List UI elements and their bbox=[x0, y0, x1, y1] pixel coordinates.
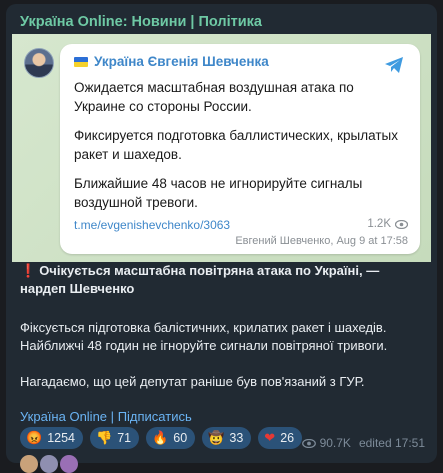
next-post-avatars bbox=[20, 455, 78, 473]
forwarded-sender-name: Україна Євгенія Шевченка bbox=[94, 54, 269, 69]
avatar bbox=[40, 455, 58, 473]
reaction-count: 26 bbox=[280, 431, 295, 445]
reaction-thumbs-down[interactable]: 👎 71 bbox=[90, 427, 140, 449]
forwarded-views-count: 1.2K bbox=[367, 218, 391, 230]
avatar bbox=[20, 455, 38, 473]
avatar bbox=[60, 455, 78, 473]
angry-face-icon: 😡 bbox=[26, 430, 43, 445]
post-headline: ❗ Очікується масштабна повітряна атака по… bbox=[20, 262, 425, 298]
reaction-angry[interactable]: 😡 1254 bbox=[20, 427, 83, 449]
sender-avatar bbox=[24, 48, 54, 78]
forwarded-link[interactable]: t.me/evgenishevchenko/3063 bbox=[74, 218, 230, 232]
forwarded-paragraph-3: Ближайшие 48 часов не игнорируйте сигнал… bbox=[74, 176, 363, 210]
forwarded-paragraph-1: Ожидается масштабная воздушная атака по … bbox=[74, 80, 354, 114]
footer-separator: | bbox=[110, 409, 115, 424]
post-meta: 90.7K edited 17:51 bbox=[301, 436, 425, 450]
thumbs-down-icon: 👎 bbox=[96, 430, 113, 445]
forwarded-message-bubble: Україна Євгенія Шевченка Ожидается масшт… bbox=[60, 44, 420, 254]
footer-subscribe-link[interactable]: Підписатись bbox=[118, 409, 192, 424]
reaction-count: 60 bbox=[173, 431, 188, 445]
post-footer-links: Україна Online | Підписатись bbox=[20, 409, 192, 424]
telegram-icon bbox=[385, 57, 403, 73]
reaction-count: 71 bbox=[117, 431, 132, 445]
channel-title[interactable]: Україна Online: Новини | Політика bbox=[20, 14, 262, 30]
exclamation-icon: ❗ bbox=[20, 263, 37, 278]
reaction-heart[interactable]: ❤ 26 bbox=[258, 427, 303, 449]
post-body-2: Нагадаємо, що цей депутат раніше був пов… bbox=[20, 374, 365, 389]
heart-icon: ❤ bbox=[264, 430, 276, 445]
fire-icon: 🔥 bbox=[152, 430, 169, 445]
reaction-count: 1254 bbox=[47, 431, 75, 445]
post-body-1: Фіксується підготовка балістичних, крила… bbox=[20, 320, 388, 353]
post-edited: edited 17:51 bbox=[358, 436, 425, 450]
reaction-cowboy[interactable]: 🤠 33 bbox=[202, 427, 252, 449]
forwarded-sender: Україна Євгенія Шевченка bbox=[74, 54, 269, 69]
forwarded-views: 1.2K bbox=[367, 218, 408, 230]
reaction-fire[interactable]: 🔥 60 bbox=[146, 427, 196, 449]
post-views: 90.7K bbox=[319, 436, 351, 450]
post-headline-text: Очікується масштабна повітряна атака по … bbox=[20, 263, 380, 296]
reaction-count: 33 bbox=[229, 431, 244, 445]
forwarded-meta: Евгений Шевченко, Aug 9 at 17:58 bbox=[235, 235, 408, 247]
footer-channel-link[interactable]: Україна Online bbox=[20, 409, 107, 424]
forwarded-screenshot[interactable]: Україна Євгенія Шевченка Ожидается масшт… bbox=[12, 34, 431, 262]
forwarded-paragraph-2: Фиксируется подготовка баллистических, к… bbox=[74, 128, 398, 162]
reactions-bar: 😡 1254 👎 71 🔥 60 🤠 33 ❤ 26 bbox=[20, 427, 303, 449]
ukraine-flag-icon bbox=[74, 56, 88, 67]
eye-icon bbox=[395, 219, 408, 229]
channel-post: Україна Online: Новини | Політика Україн… bbox=[6, 4, 437, 463]
cowboy-face-icon: 🤠 bbox=[208, 430, 225, 445]
eye-icon bbox=[301, 438, 316, 448]
